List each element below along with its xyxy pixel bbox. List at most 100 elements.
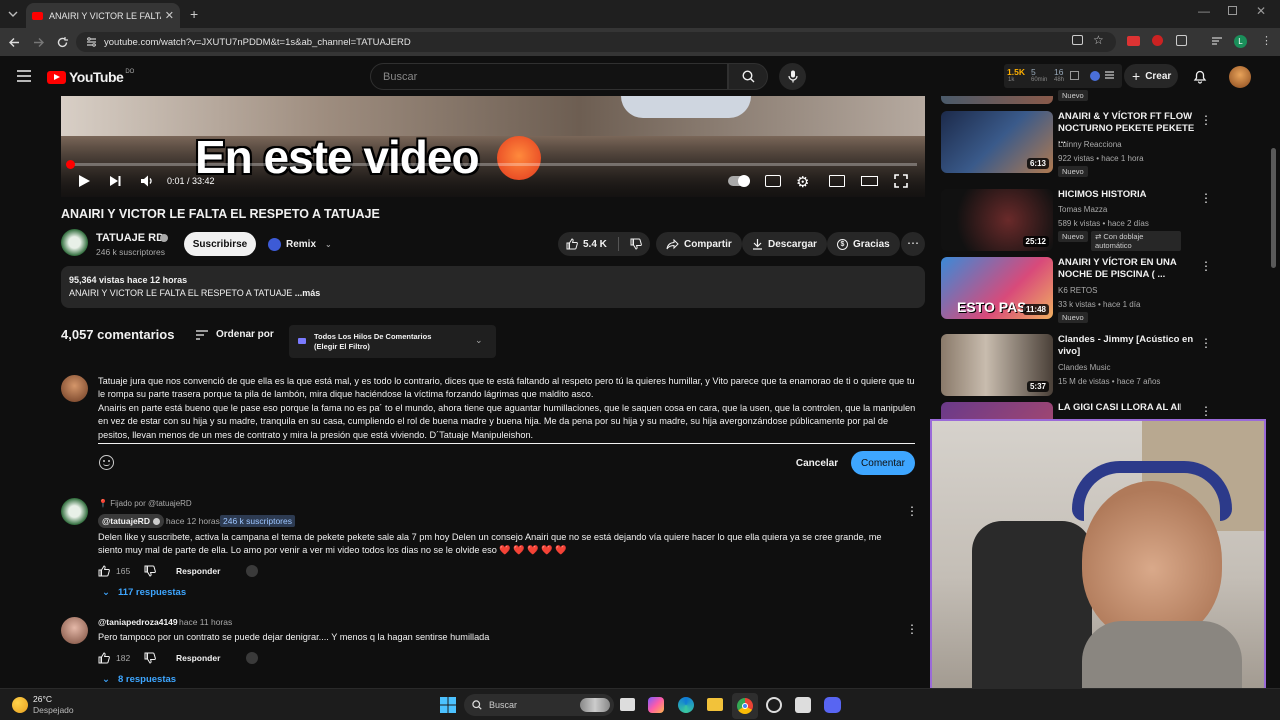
windows-start-icon[interactable] [440, 697, 456, 713]
video-player[interactable]: En este video 0:01 / 33:42 ⚙ [61, 96, 925, 197]
recommendation-menu-icon[interactable]: ⋮ [1200, 404, 1212, 418]
stats-c-sub: 48h [1054, 77, 1065, 83]
view-replies-button[interactable]: ⌄ 8 respuestas [102, 674, 176, 685]
voice-search-button[interactable] [779, 63, 806, 90]
recommendation-item[interactable]: 5:37 Clandes - Jimmy [Acústico en vivo] … [941, 334, 1193, 396]
next-video-icon[interactable] [109, 175, 121, 187]
reply-button[interactable]: Responder [176, 566, 220, 576]
extension-icon[interactable] [1127, 36, 1140, 46]
download-button[interactable]: Descargar [742, 232, 827, 256]
bookmark-star-icon[interactable]: ☆ [1093, 33, 1104, 47]
discord-icon[interactable] [824, 697, 841, 713]
more-actions-icon[interactable]: ⋯ [901, 232, 925, 256]
task-view-icon[interactable] [620, 698, 635, 711]
recommendation-item[interactable]: ESTO PAS 11:48 ANAIRI Y VÍCTOR EN UNA NO… [941, 257, 1181, 323]
reload-icon[interactable] [56, 36, 69, 49]
taskbar-search[interactable]: Buscar [464, 694, 614, 716]
hamburger-menu-icon[interactable] [17, 70, 31, 82]
minimize-window-icon[interactable]: — [1198, 4, 1210, 18]
play-icon[interactable] [78, 174, 91, 188]
search-button[interactable] [728, 63, 768, 90]
share-button[interactable]: Compartir [656, 232, 742, 256]
reply-button[interactable]: Responder [176, 653, 220, 663]
maximize-window-icon[interactable] [1228, 6, 1237, 15]
comment-time[interactable]: hace 11 horas [179, 617, 232, 627]
comment-menu-icon[interactable]: ⋮ [906, 622, 918, 636]
cancel-button[interactable]: Cancelar [788, 451, 846, 475]
notifications-bell-icon[interactable] [1193, 69, 1207, 84]
recommendation-menu-icon[interactable]: ⋮ [1200, 259, 1212, 273]
recommendation-item[interactable]: 25:12 HICIMOS HISTORIA Tomas Mazza 589 k… [941, 189, 1181, 251]
recommendation-item[interactable]: 6:13 ANAIRI & Y VÍCTOR FT FLOW NOCTURNO … [941, 111, 1194, 177]
settings-gear-icon[interactable]: ⚙ [796, 173, 809, 191]
youtube-logo[interactable]: YouTube DO [47, 69, 134, 85]
chrome-taskbar-active[interactable] [732, 693, 758, 719]
file-explorer-icon[interactable] [707, 698, 723, 711]
thumbs-down-icon[interactable] [144, 652, 156, 664]
new-tab-icon[interactable]: + [190, 6, 198, 22]
comment-time[interactable]: hace 12 horas [166, 516, 220, 526]
install-app-icon[interactable] [1072, 35, 1083, 45]
thumbs-up-icon[interactable] [98, 565, 110, 577]
weather-temperature[interactable]: 26°C [33, 694, 52, 704]
reading-list-icon[interactable] [1211, 36, 1223, 46]
miniplayer-icon[interactable] [829, 175, 845, 187]
edge-browser-icon[interactable] [678, 697, 694, 713]
comment-author[interactable]: @taniapedroza4149 [98, 617, 178, 627]
thanks-button[interactable]: $ Gracias [827, 232, 900, 256]
comment-author-chip[interactable]: @tatuajeRD [98, 514, 164, 528]
autoplay-toggle[interactable] [728, 175, 750, 187]
fullscreen-icon[interactable] [894, 174, 908, 188]
thumbs-down-icon[interactable] [630, 238, 642, 250]
app-icon-2[interactable] [795, 697, 811, 713]
site-info-icon[interactable] [86, 37, 97, 47]
subscribe-button[interactable]: Suscribirse [184, 232, 256, 256]
forward-icon[interactable] [32, 36, 45, 49]
tab-title: ANAIRI Y VICTOR LE FALTA EL RE [49, 10, 161, 21]
submit-comment-button[interactable]: Comentar [851, 451, 915, 475]
extension-2-icon[interactable] [1152, 35, 1163, 46]
back-icon[interactable] [8, 36, 21, 49]
recommendation-menu-icon[interactable]: ⋮ [1200, 191, 1212, 205]
comment-draft-input[interactable]: Tatuaje jura que nos convenció de que el… [98, 375, 916, 442]
recommendation-menu-icon[interactable]: ⋮ [1200, 113, 1212, 127]
address-bar[interactable]: youtube.com/watch?v=JXUTU7nPDDM&t=1s&ab_… [76, 32, 1116, 52]
close-tab-icon[interactable]: ✕ [165, 9, 174, 22]
recommendation-menu-icon[interactable]: ⋮ [1200, 336, 1212, 350]
description-more-link[interactable]: ...más [295, 288, 321, 298]
comment-menu-icon[interactable]: ⋮ [906, 504, 918, 518]
search-input[interactable]: Buscar [370, 63, 728, 90]
thumbs-up-icon[interactable] [98, 652, 110, 664]
recommendation-item[interactable]: LA GIGI CASI LLORA AL AIRE [941, 402, 1181, 420]
create-button[interactable]: + Crear [1124, 64, 1178, 88]
stats-widget[interactable]: 1.5K 1k 5 60min 16 48h [1004, 64, 1122, 88]
close-window-icon[interactable]: ✕ [1256, 4, 1266, 18]
channel-name[interactable]: TATUAJE RD [96, 232, 164, 244]
remix-button[interactable]: Remix ⌄ [264, 232, 336, 256]
app-icon-1[interactable] [766, 697, 782, 713]
recommendation-thumbnail[interactable] [941, 96, 1053, 104]
comment-filter-dropdown[interactable]: Todos Los Hilos De Comentarios (Elegir E… [289, 325, 496, 358]
tab-list-icon[interactable] [6, 7, 20, 21]
view-replies-button[interactable]: ⌄ 117 respuestas [102, 587, 186, 598]
theater-mode-icon[interactable] [861, 176, 878, 186]
emoji-picker-icon[interactable] [99, 455, 114, 470]
subtitles-icon[interactable] [765, 175, 781, 187]
extensions-puzzle-icon[interactable] [1176, 35, 1187, 46]
channel-avatar[interactable] [61, 229, 88, 256]
sort-comments-button[interactable]: Ordenar por [196, 329, 274, 340]
thumbs-down-icon[interactable] [144, 565, 156, 577]
browser-tab[interactable]: ANAIRI Y VICTOR LE FALTA EL RE ✕ [26, 3, 180, 28]
progress-bar[interactable] [69, 163, 917, 166]
profile-avatar-icon[interactable]: L [1234, 35, 1247, 48]
like-button[interactable]: 5.4 K [566, 238, 607, 250]
browser-menu-icon[interactable]: ⋮ [1261, 34, 1272, 47]
page-scrollbar[interactable] [1271, 148, 1276, 268]
progress-scrubber[interactable] [66, 160, 75, 169]
account-avatar[interactable] [1229, 66, 1251, 88]
comment-author-avatar[interactable] [61, 617, 88, 644]
volume-icon[interactable] [140, 174, 154, 188]
description-box[interactable]: 95,364 vistas hace 12 horas ANAIRI Y VIC… [61, 266, 925, 308]
comment-author-avatar[interactable] [61, 498, 88, 525]
copilot-icon[interactable] [648, 697, 664, 713]
